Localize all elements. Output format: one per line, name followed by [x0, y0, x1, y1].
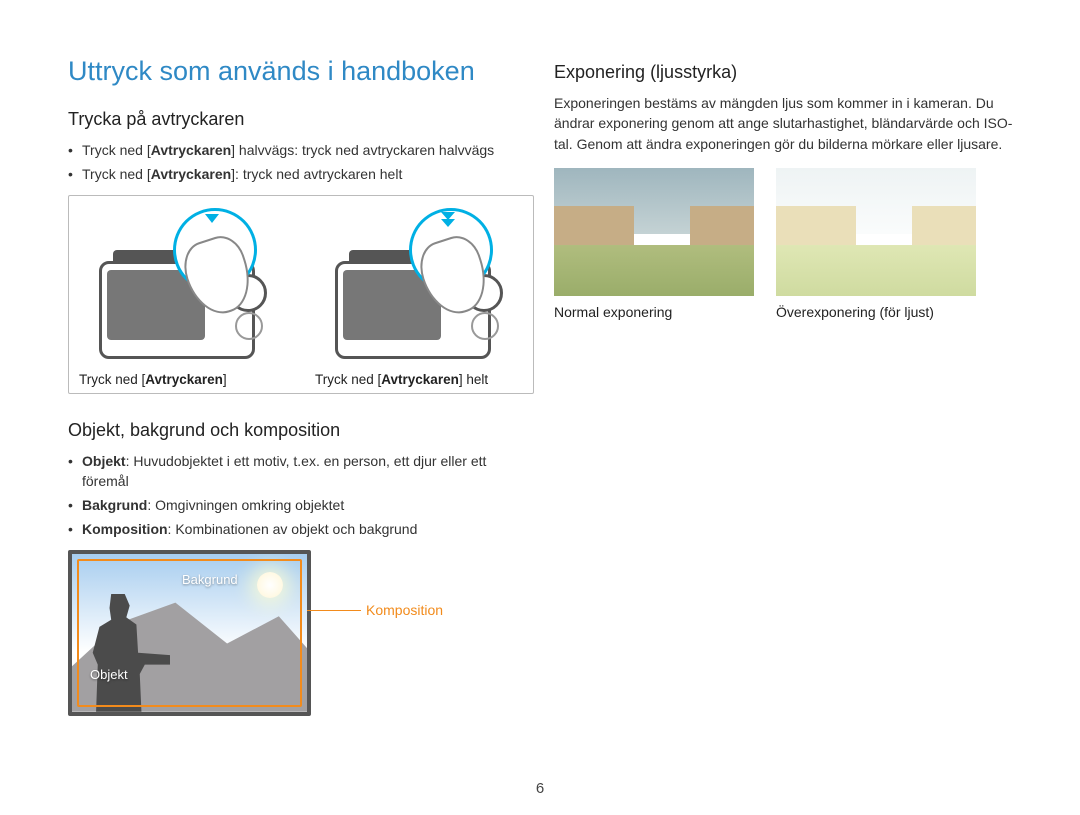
camera-full-press: Tryck ned [Avtryckaren] helt: [315, 208, 523, 387]
photo-over-exposure: [776, 168, 976, 296]
page-number: 6: [0, 780, 1080, 797]
bullet-item: Bakgrund: Omgivningen omkring objektet: [68, 495, 534, 515]
camera-illustration-frame: Tryck ned [Avtryckaren]: [68, 195, 534, 394]
bullet-item: Tryck ned [Avtryckaren] halvvägs: tryck …: [68, 140, 534, 160]
composition-bullet-list: Objekt: Huvudobjektet i ett motiv, t.ex.…: [68, 451, 534, 540]
exposure-paragraph: Exponeringen bestäms av mängden ljus som…: [554, 93, 1020, 154]
left-column: Uttryck som används i handboken Trycka p…: [68, 56, 534, 716]
bullet-item: Objekt: Huvudobjektet i ett motiv, t.ex.…: [68, 451, 534, 492]
section-exposure-heading: Exponering (ljusstyrka): [554, 62, 1020, 83]
caption-full-press: Tryck ned [Avtryckaren] helt: [315, 372, 523, 387]
bullet-item: Komposition: Kombinationen av objekt och…: [68, 519, 534, 539]
composition-diagram: Bakgrund Objekt Komposition: [68, 550, 534, 716]
photo-normal-exposure: [554, 168, 754, 296]
caption-half-press: Tryck ned [Avtryckaren]: [79, 372, 287, 387]
press-arrow-single-icon: [205, 214, 219, 223]
right-column: Exponering (ljusstyrka) Exponeringen bes…: [554, 56, 1020, 716]
exposure-photo-row: Normal exponering Överexponering (för lj…: [554, 168, 1020, 320]
bullet-item: Tryck ned [Avtryckaren]: tryck ned avtry…: [68, 164, 534, 184]
caption-normal: Normal exponering: [554, 304, 754, 320]
manual-page: Uttryck som används i handboken Trycka p…: [0, 0, 1080, 736]
shutter-bullet-list: Tryck ned [Avtryckaren] halvvägs: tryck …: [68, 140, 534, 185]
label-bakgrund: Bakgrund: [182, 572, 238, 587]
callout-line: [307, 610, 361, 611]
caption-over: Överexponering (för ljust): [776, 304, 976, 320]
section-shutter-heading: Trycka på avtryckaren: [68, 109, 534, 130]
label-objekt: Objekt: [90, 667, 128, 682]
section-composition-heading: Objekt, bakgrund och komposition: [68, 420, 534, 441]
camera-half-press: Tryck ned [Avtryckaren]: [79, 208, 287, 387]
label-komposition: Komposition: [366, 602, 443, 618]
page-title: Uttryck som används i handboken: [68, 56, 534, 87]
